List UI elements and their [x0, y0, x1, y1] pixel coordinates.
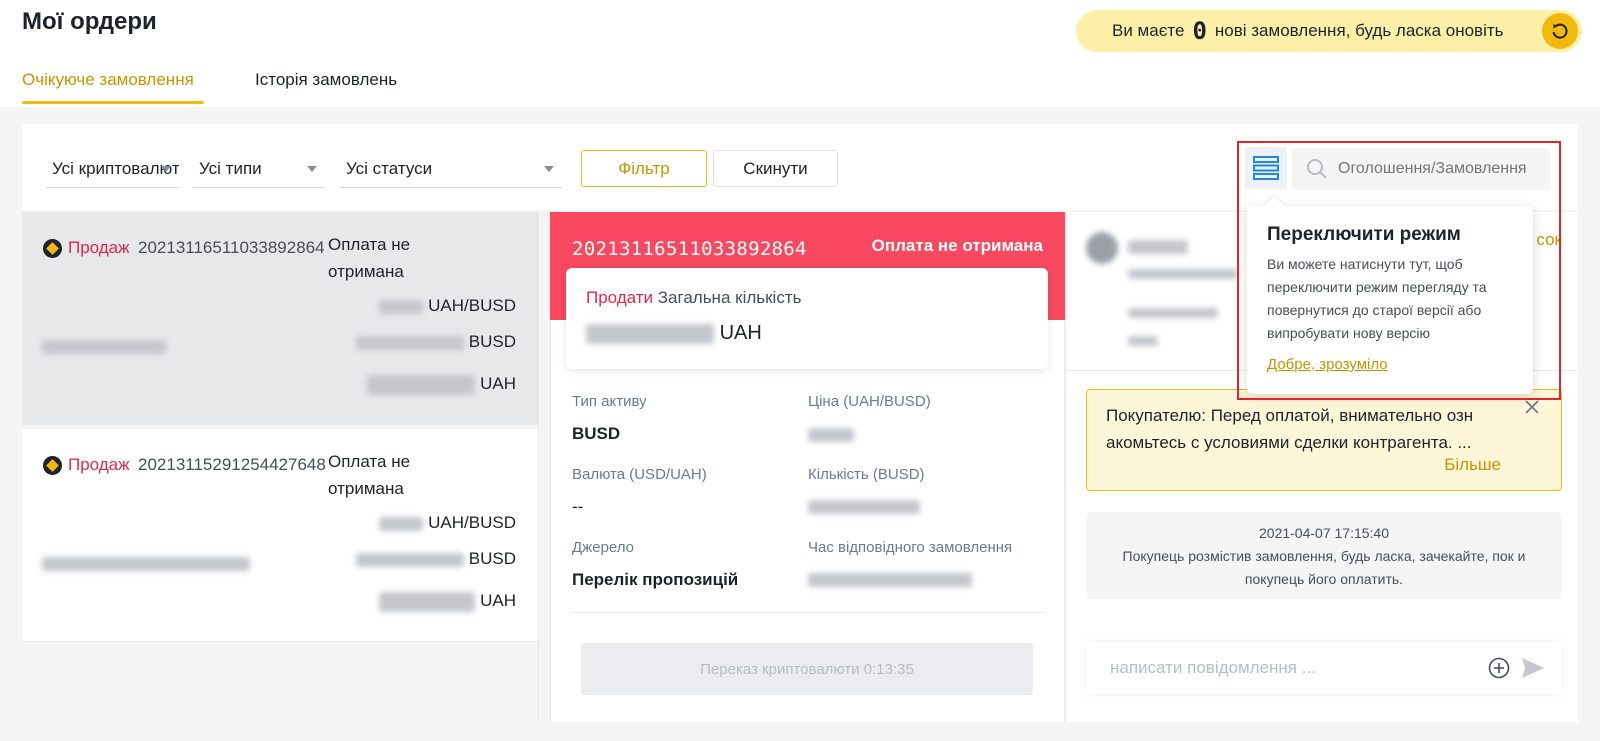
refresh-icon	[1552, 23, 1568, 39]
add-attachment-icon[interactable]	[1488, 657, 1510, 679]
chevron-down-icon	[544, 166, 554, 172]
counterparty-stat-redacted	[1128, 304, 1218, 322]
order-number: 20213116511033892864	[138, 238, 325, 257]
order-number: 20213115291254427648	[138, 455, 326, 474]
chevron-down-icon	[161, 166, 171, 172]
price-unit: UAH/BUSD	[428, 296, 516, 315]
source-label: Джерело	[572, 539, 634, 556]
message-input-placeholder: написати повідомлення ...	[1110, 658, 1316, 677]
match-time-label: Час відповідного замовлення	[808, 539, 1013, 556]
order-status-line1: Оплата не	[328, 235, 411, 254]
price-redacted	[379, 299, 424, 314]
page-title: Мої ордери	[22, 8, 157, 35]
summary-label: Продати Загальна кількість	[586, 288, 801, 308]
amount-unit: BUSD	[468, 549, 516, 568]
chevron-down-icon	[307, 166, 317, 172]
order-amount: BUSD	[356, 332, 516, 352]
system-message-text: Покупець розмістив замовлення, будь ласк…	[1122, 548, 1526, 587]
detail-order-status: Оплата не отримана	[871, 236, 1043, 255]
refresh-button[interactable]	[1542, 13, 1578, 49]
active-tab-indicator	[22, 101, 204, 104]
price-value-redacted	[808, 426, 854, 444]
filter-button[interactable]: Фільтр	[581, 150, 707, 187]
avatar	[1086, 232, 1118, 264]
type-filter-value: Усі типи	[199, 158, 262, 178]
source-value: Перелік пропозицій	[572, 570, 739, 589]
notice-prefix: Ви маєте	[1112, 21, 1185, 40]
quantity-label: Кількість (BUSD)	[808, 466, 925, 483]
status-filter-select[interactable]: Усі статуси	[340, 150, 562, 188]
close-icon[interactable]	[1525, 400, 1539, 414]
order-card[interactable]: Продаж 20213116511033892864 Оплата не от…	[22, 212, 538, 425]
highlight-box	[1237, 141, 1561, 400]
notice-suffix: нові замовлення, будь ласка оновіть	[1214, 21, 1504, 40]
counterparty-info-redacted	[1128, 265, 1238, 283]
price-redacted	[379, 516, 424, 531]
total-unit: UAH	[480, 374, 516, 393]
order-card[interactable]: Продаж 20213115291254427648 Оплата не от…	[22, 429, 538, 642]
amount-unit: BUSD	[468, 332, 516, 351]
total-unit: UAH	[480, 591, 516, 610]
counterparty-name-redacted	[1128, 238, 1188, 256]
order-side: Продаж	[68, 238, 130, 257]
order-status: Оплата не отримана	[328, 448, 410, 502]
currency-label: Валюта (USD/UAH)	[572, 466, 707, 483]
counterparty-stat-redacted	[1128, 332, 1158, 350]
order-summary-card: Продати Загальна кількість UAH	[566, 268, 1048, 369]
tab-pending-orders[interactable]: Очікуюче замовлення	[22, 70, 194, 90]
order-status: Оплата не отримана	[328, 231, 410, 285]
status-filter-value: Усі статуси	[346, 158, 433, 178]
order-total: UAH	[367, 374, 516, 395]
asset-type-label: Тип активу	[572, 393, 647, 410]
trade-warning-alert: Покупателю: Перед оплатой, внимательно о…	[1086, 389, 1562, 491]
order-status-line1: Оплата не	[328, 452, 411, 471]
asset-type-value: BUSD	[572, 424, 621, 443]
detail-total-value: UAH	[586, 322, 762, 345]
tab-order-history[interactable]: Історія замовлень	[255, 70, 397, 90]
transfer-crypto-button[interactable]: Переказ криптовалюти 0:13:35	[581, 643, 1033, 695]
divider	[572, 612, 1044, 613]
amount-redacted	[356, 335, 465, 350]
detail-order-number: 20213116511033892864	[572, 238, 807, 260]
order-amount: BUSD	[356, 549, 516, 569]
total-redacted	[379, 591, 476, 612]
order-side: Продаж	[68, 455, 130, 474]
total-redacted	[367, 374, 476, 395]
new-orders-notice: Ви маєте 0 нові замовлення, будь ласка о…	[1076, 10, 1582, 52]
order-status-line2: отримана	[328, 479, 404, 498]
currency-value: --	[572, 497, 584, 516]
order-price: UAH/BUSD	[379, 296, 516, 316]
reset-button[interactable]: Скинути	[713, 150, 838, 187]
counterparty-redacted	[42, 338, 166, 356]
price-label: Ціна (UAH/BUSD)	[808, 393, 931, 410]
match-time-value-redacted	[808, 571, 972, 589]
busd-coin-icon	[43, 239, 62, 258]
detail-total-label: Загальна кількість	[657, 288, 802, 307]
busd-coin-icon	[43, 456, 62, 475]
alert-more-link[interactable]: Більше	[1444, 455, 1501, 475]
crypto-filter-select[interactable]: Усі криптовалюти	[46, 150, 179, 188]
price-unit: UAH/BUSD	[428, 513, 516, 532]
detail-side: Продати	[586, 288, 654, 307]
quantity-value-redacted	[808, 498, 920, 516]
send-icon[interactable]	[1521, 657, 1545, 679]
alert-text: Покупателю: Перед оплатой, внимательно о…	[1106, 406, 1474, 452]
counterparty-redacted	[42, 555, 250, 573]
total-amount-redacted	[586, 323, 714, 344]
system-message: 2021-04-07 17:15:40 Покупець розмістив з…	[1086, 512, 1562, 599]
new-orders-count: 0	[1192, 17, 1207, 45]
detail-total-unit: UAH	[719, 322, 762, 344]
order-total: UAH	[379, 591, 516, 612]
type-filter-select[interactable]: Усі типи	[193, 150, 325, 188]
system-message-time: 2021-04-07 17:15:40	[1259, 525, 1389, 541]
order-status-line2: отримана	[328, 262, 404, 281]
order-price: UAH/BUSD	[379, 513, 516, 533]
amount-redacted	[356, 552, 465, 567]
crypto-filter-value: Усі криптовалюти	[52, 158, 179, 178]
